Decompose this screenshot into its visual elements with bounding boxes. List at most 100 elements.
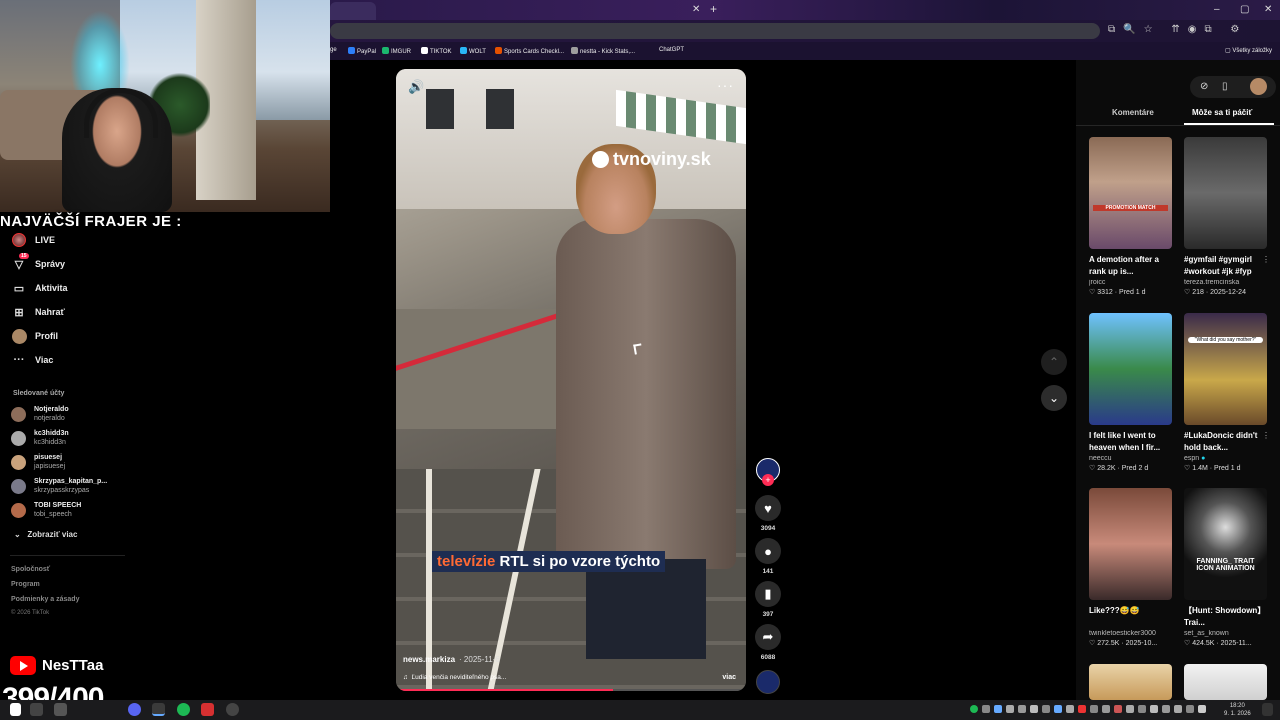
share-icon: ➦ xyxy=(762,629,774,644)
bookmarks-bar: ge PayPal IMGUR TIKTOK WOLT Sports Cards… xyxy=(330,42,1280,60)
followed-account[interactable]: Skrzypas_kapitan_p... skrzypasskrzypas xyxy=(11,475,107,497)
sidebar: LIVE ▽ 15 Správy ▭ Aktivita ⊞ Nahrať Prof… xyxy=(0,230,128,630)
video-progress-bar[interactable] xyxy=(396,689,746,691)
video-player[interactable]: tvnoviny.sk televízie RTL si po vzore tý… xyxy=(396,69,746,691)
browser-tab[interactable] xyxy=(330,2,376,20)
minimize-icon[interactable]: – xyxy=(1214,4,1220,15)
recommended-video[interactable]: PROMOTION MATCH A demotion after a rank … xyxy=(1089,137,1175,296)
paypal-icon xyxy=(348,47,355,54)
video-thumbnail[interactable] xyxy=(1184,137,1267,249)
sidebar-item-profile[interactable]: Profil xyxy=(10,326,58,346)
wolt-icon xyxy=(460,47,467,54)
followed-account[interactable]: TOBI SPEECH tobi_speech xyxy=(11,499,81,521)
video-person-legs xyxy=(586,559,706,659)
new-tab-icon[interactable]: + xyxy=(710,2,717,16)
bookmark-icon: ▮ xyxy=(764,586,772,601)
video-meta: ♡ 3312 · Pred 1 d xyxy=(1089,289,1146,296)
video-title: 【Hunt: Showdown】Trai... xyxy=(1184,606,1266,627)
comment-button[interactable]: ● xyxy=(755,538,781,564)
volume-icon[interactable]: 🔊 xyxy=(408,79,424,95)
bookmark-item[interactable]: PayPal xyxy=(348,47,376,55)
tab-you-may-like[interactable]: Môže sa ti páčiť xyxy=(1192,108,1252,117)
video-meta: ♡ 272.5K · 2025-10... xyxy=(1089,640,1158,647)
spotify-icon[interactable] xyxy=(177,703,190,716)
search-icon[interactable] xyxy=(30,703,43,716)
footer-link-terms[interactable]: Podmienky a zásady xyxy=(11,596,79,603)
heart-icon: ♥ xyxy=(764,500,772,516)
share-button[interactable]: ➦ xyxy=(755,624,781,650)
video-thumbnail[interactable]: "What did you say mother?" xyxy=(1184,313,1267,425)
discord-icon[interactable] xyxy=(128,703,141,716)
followed-account[interactable]: kc3hidd3n kc3hidd3n xyxy=(11,427,69,449)
copyright: © 2026 TikTok xyxy=(11,610,50,616)
kick-stats-icon xyxy=(571,47,578,54)
bookmark-item[interactable]: IMGUR xyxy=(382,47,411,55)
recommended-video[interactable] xyxy=(1089,664,1175,700)
avatar[interactable] xyxy=(1250,78,1267,95)
video-thumbnail[interactable] xyxy=(1089,313,1172,425)
address-bar[interactable] xyxy=(330,23,1100,39)
task-view-icon[interactable] xyxy=(54,703,67,716)
bookmark-item[interactable]: WOLT xyxy=(460,47,486,55)
video-thumbnail[interactable]: PROMOTION MATCH xyxy=(1089,137,1172,249)
video-more-link[interactable]: viac xyxy=(722,674,736,681)
coins-icon[interactable]: ⊘ xyxy=(1200,81,1208,92)
tab-comments[interactable]: Komentáre xyxy=(1112,108,1154,117)
video-thumbnail[interactable] xyxy=(1184,664,1267,700)
recommended-video[interactable]: Like???😅😅 twinkletoesticker3000 ♡ 272.5K… xyxy=(1089,488,1175,647)
bookmark-item[interactable]: ChatGPT xyxy=(659,47,684,53)
sound-avatar[interactable] xyxy=(756,670,780,694)
more-options-icon[interactable]: ⋮ xyxy=(1262,255,1270,264)
video-thumbnail[interactable] xyxy=(1089,664,1172,700)
maximize-icon[interactable]: ▢ xyxy=(1240,4,1249,15)
sidebar-item-messages[interactable]: ▽ 15 Správy xyxy=(10,253,65,274)
tab-close-icon[interactable]: ✕ xyxy=(692,4,700,15)
recommended-video[interactable]: "What did you say mother?" #LukaDoncic d… xyxy=(1184,313,1270,472)
recommended-video[interactable]: FANNING_ TRAIT ICON ANIMATION 【Hunt: Sho… xyxy=(1184,488,1270,647)
avatar xyxy=(11,502,26,518)
close-window-icon[interactable]: ✕ xyxy=(1264,4,1272,15)
start-icon[interactable] xyxy=(10,703,21,716)
video-progress-fill xyxy=(396,689,613,691)
sidebar-item-label: LIVE xyxy=(35,235,56,245)
notifications-icon[interactable] xyxy=(1262,703,1273,716)
more-options-icon[interactable]: ··· xyxy=(717,77,734,93)
more-options-icon[interactable]: ⋮ xyxy=(1262,431,1270,440)
bookmark-item[interactable]: TIKTOK xyxy=(421,47,452,55)
follow-plus-icon[interactable]: + xyxy=(762,474,774,486)
show-more-button[interactable]: ⌄ Zobraziť viac xyxy=(14,530,77,539)
comment-icon: ● xyxy=(764,543,772,559)
obs-icon[interactable] xyxy=(226,703,239,716)
recommended-video[interactable]: #gymfail #gymgirl #workout #jk #fyp tere… xyxy=(1184,137,1270,296)
clock[interactable]: 18:20 9. 1. 2026 xyxy=(1224,702,1251,718)
followed-account[interactable]: pisuesej japisuesej xyxy=(11,451,65,473)
sidebar-item-upload[interactable]: ⊞ Nahrať xyxy=(10,302,64,322)
previous-video-button[interactable]: ⌃ xyxy=(1041,349,1067,375)
video-meta: ♡ 424.5K · 2025-11... xyxy=(1184,640,1252,647)
save-button[interactable]: ▮ xyxy=(755,581,781,607)
device-icon[interactable]: ▯ xyxy=(1222,81,1228,92)
next-video-button[interactable]: ⌄ xyxy=(1041,385,1067,411)
address-bar-icons[interactable]: ⧉🔍☆ ⇈◉⧉ ⚙ xyxy=(1108,24,1247,35)
followed-account[interactable]: Notjeraldo notjeraldo xyxy=(11,403,69,425)
sidebar-item-live[interactable]: LIVE xyxy=(10,230,55,250)
like-button[interactable]: ♥ xyxy=(755,495,781,521)
chrome-icon[interactable] xyxy=(152,703,165,716)
recommended-video[interactable]: I felt like I went to heaven when I fir.… xyxy=(1089,313,1175,472)
video-thumbnail[interactable]: FANNING_ TRAIT ICON ANIMATION xyxy=(1184,488,1267,600)
video-thumbnail[interactable] xyxy=(1089,488,1172,600)
bookmark-item[interactable]: Sports Cards Checkl... xyxy=(495,47,564,55)
sidebar-item-activity[interactable]: ▭ Aktivita xyxy=(10,278,68,298)
system-tray-icons[interactable] xyxy=(970,703,1220,716)
footer-link-program[interactable]: Program xyxy=(11,581,40,588)
messages-badge: 15 xyxy=(19,253,29,259)
app-icon[interactable] xyxy=(201,703,214,716)
bookmark-item[interactable]: nestta - Kick Stats,... xyxy=(571,47,635,55)
bookmark-item[interactable]: ge xyxy=(330,47,337,53)
video-subtitle: televízie RTL si po vzore týchto xyxy=(432,551,666,572)
all-bookmarks[interactable]: ▢ Všetky záložky xyxy=(1225,47,1272,54)
recommended-video[interactable] xyxy=(1184,664,1270,700)
sidebar-item-more[interactable]: ··· Viac xyxy=(10,350,54,370)
video-author[interactable]: news.markiza · 2025-11-6 xyxy=(403,655,500,664)
footer-link-company[interactable]: Spoločnosť xyxy=(11,566,50,573)
